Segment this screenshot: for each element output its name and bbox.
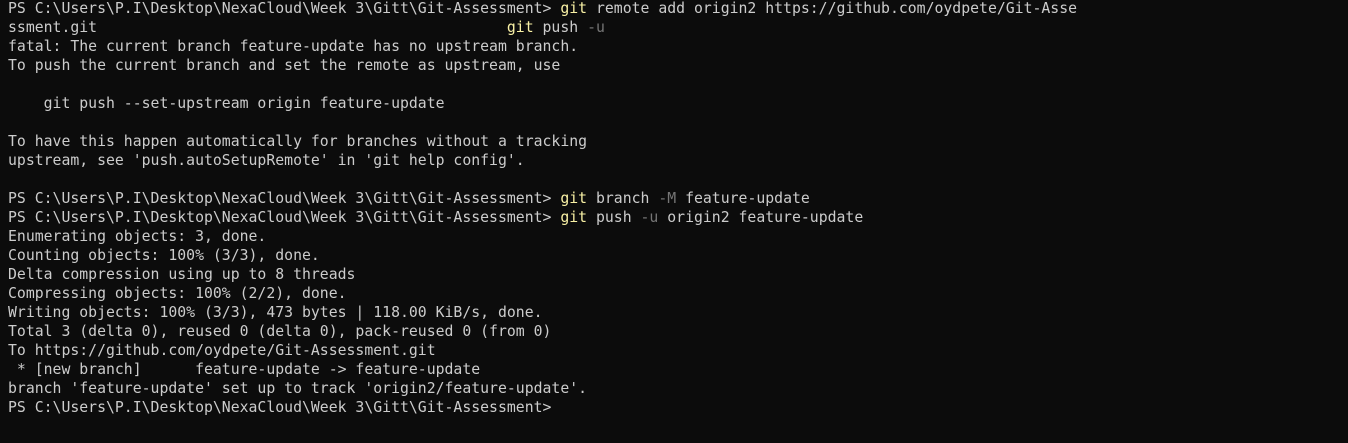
command-token: git [560, 0, 588, 17]
terminal-line: Delta compression using up to 8 threads [8, 265, 1348, 284]
terminal-line: Writing objects: 100% (3/3), 473 bytes |… [8, 303, 1348, 322]
terminal-line: ssment.git git push -u [8, 18, 1348, 37]
terminal-text: Delta compression using up to 8 threads [8, 266, 356, 283]
flag-token: -u [640, 209, 659, 226]
terminal-line: PS C:\Users\P.I\Desktop\NexaCloud\Week 3… [8, 189, 1348, 208]
terminal-window[interactable]: PS C:\Users\P.I\Desktop\NexaCloud\Week 3… [0, 0, 1348, 443]
terminal-line: upstream, see 'push.autoSetupRemote' in … [8, 151, 1348, 170]
terminal-line: PS C:\Users\P.I\Desktop\NexaCloud\Week 3… [8, 0, 1348, 18]
terminal-text: remote add origin2 https://github.com/oy… [587, 0, 1078, 17]
terminal-line: branch 'feature-update' set up to track … [8, 379, 1348, 398]
terminal-text: Total 3 (delta 0), reused 0 (delta 0), p… [8, 323, 552, 340]
terminal-line: PS C:\Users\P.I\Desktop\NexaCloud\Week 3… [8, 208, 1348, 227]
terminal-line: To https://github.com/oydpete/Git-Assess… [8, 341, 1348, 360]
terminal-text: To https://github.com/oydpete/Git-Assess… [8, 342, 436, 359]
terminal-text: push [587, 209, 641, 226]
terminal-line: * [new branch] feature-update -> feature… [8, 360, 1348, 379]
terminal-text: upstream, see 'push.autoSetupRemote' in … [8, 152, 525, 169]
flag-token: -u [587, 19, 605, 36]
terminal-text: ssment.git [8, 19, 507, 36]
terminal-text: branch 'feature-update' set up to track … [8, 380, 588, 397]
terminal-text: branch [587, 190, 659, 207]
terminal-text: * [new branch] feature-update -> feature… [8, 361, 481, 378]
terminal-line: Total 3 (delta 0), reused 0 (delta 0), p… [8, 322, 1348, 341]
terminal-text: PS C:\Users\P.I\Desktop\NexaCloud\Week 3… [8, 190, 561, 207]
flag-token: -M [658, 190, 677, 207]
terminal-text: Compressing objects: 100% (2/2), done. [8, 285, 347, 302]
command-token: git [506, 19, 534, 36]
terminal-line: Counting objects: 100% (3/3), done. [8, 246, 1348, 265]
terminal-text: push [533, 19, 588, 36]
terminal-line: To push the current branch and set the r… [8, 56, 1348, 75]
terminal-text: Writing objects: 100% (3/3), 473 bytes |… [8, 304, 543, 321]
terminal-text: git push --set-upstream origin feature-u… [8, 95, 445, 112]
terminal-line: PS C:\Users\P.I\Desktop\NexaCloud\Week 3… [8, 398, 1348, 417]
terminal-text: PS C:\Users\P.I\Desktop\NexaCloud\Week 3… [8, 0, 561, 17]
terminal-text: fatal: The current branch feature-update… [8, 38, 579, 55]
terminal-line: To have this happen automatically for br… [8, 132, 1348, 151]
terminal-text: Enumerating objects: 3, done. [8, 228, 267, 245]
terminal-line: git push --set-upstream origin feature-u… [8, 94, 1348, 113]
terminal-line: Enumerating objects: 3, done. [8, 227, 1348, 246]
terminal-line: Compressing objects: 100% (2/2), done. [8, 284, 1348, 303]
terminal-text: PS C:\Users\P.I\Desktop\NexaCloud\Week 3… [8, 209, 561, 226]
command-token: git [560, 190, 588, 207]
terminal-text: feature-update [676, 190, 810, 207]
terminal-text: origin2 feature-update [658, 209, 864, 226]
terminal-text: To push the current branch and set the r… [8, 57, 561, 74]
command-token: git [560, 209, 588, 226]
terminal-text: To have this happen automatically for br… [8, 133, 588, 150]
terminal-line: fatal: The current branch feature-update… [8, 37, 1348, 56]
terminal-text: Counting objects: 100% (3/3), done. [8, 247, 320, 264]
terminal-text: PS C:\Users\P.I\Desktop\NexaCloud\Week 3… [8, 399, 552, 416]
